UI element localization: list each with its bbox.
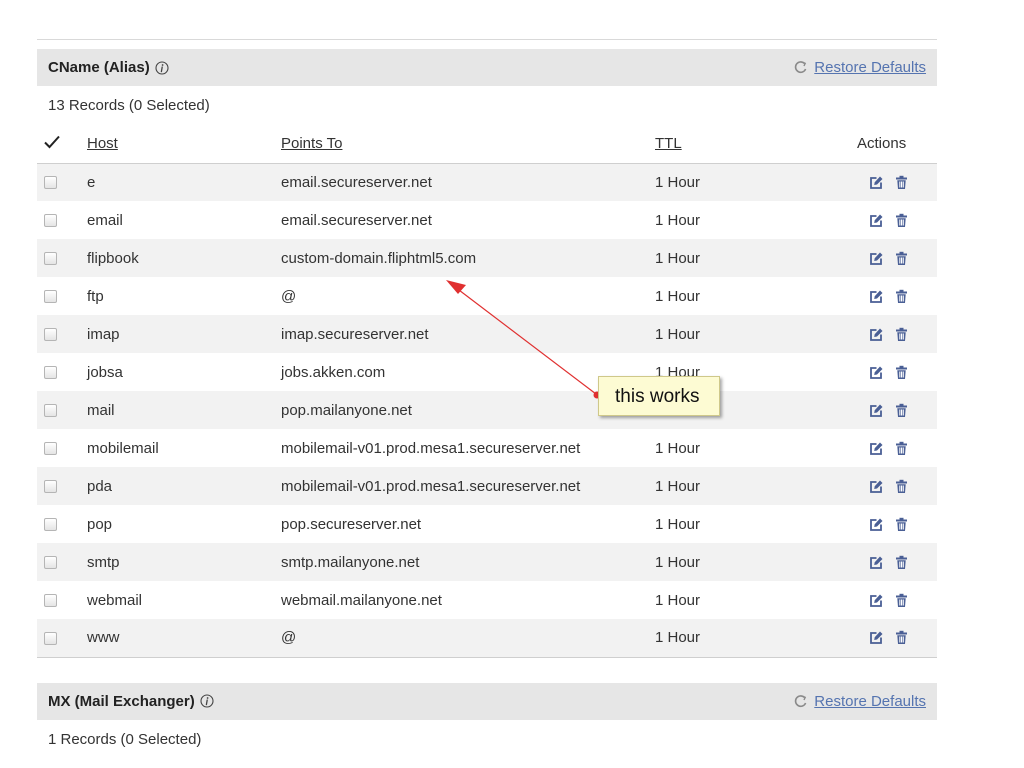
- annotation-callout: this works: [598, 376, 720, 416]
- annotation-arrow: [446, 280, 601, 399]
- annotation-arrow-head: [446, 280, 466, 294]
- annotation-arrow-line: [454, 286, 597, 395]
